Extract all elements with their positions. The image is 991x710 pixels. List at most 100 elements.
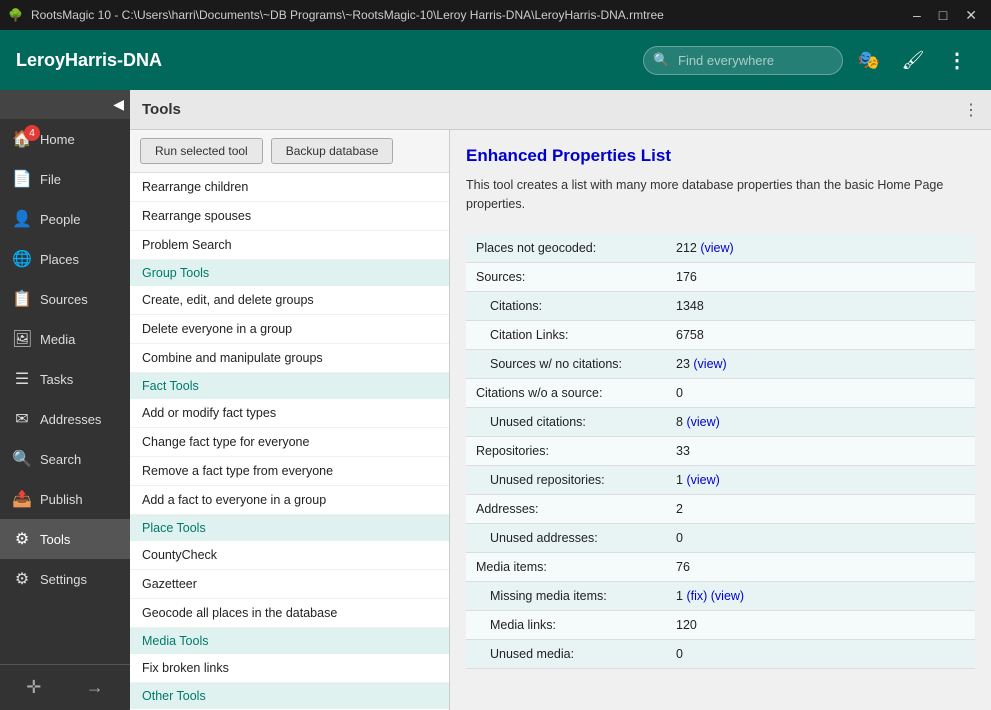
tool-category: Media Tools [130, 628, 449, 654]
tool-item[interactable]: Add a fact to everyone in a group [130, 486, 449, 515]
prop-value: 1 (view) [666, 465, 975, 494]
sidebar-item-tools[interactable]: ⚙ Tools [0, 519, 130, 559]
tool-detail-scroll[interactable]: Enhanced Properties List This tool creat… [450, 130, 991, 710]
sidebar-item-label-search: Search [40, 452, 81, 467]
sidebar-item-label-sources: Sources [40, 292, 88, 307]
prop-value: 176 [666, 262, 975, 291]
brush-btn[interactable]: 🖌 [895, 42, 931, 78]
properties-table: Places not geocoded:212 (view)Sources:17… [466, 234, 975, 669]
prop-label: Unused addresses: [466, 523, 666, 552]
collapse-icon: ◀ [113, 96, 124, 113]
prop-label: Media links: [466, 610, 666, 639]
sidebar-collapse-btn[interactable]: ◀ [0, 90, 130, 119]
run-tool-btn[interactable]: Run selected tool [140, 138, 263, 164]
minimize-btn[interactable]: – [907, 7, 927, 24]
tool-category: Fact Tools [130, 373, 449, 399]
sidebar-item-sources[interactable]: 📋 Sources [0, 279, 130, 319]
prop-value: 0 [666, 378, 975, 407]
find-everywhere-input[interactable] [678, 53, 828, 68]
tool-item[interactable]: Combine and manipulate groups [130, 344, 449, 373]
prop-label: Media items: [466, 552, 666, 581]
faces-btn[interactable]: 🎭 [851, 42, 887, 78]
backup-db-btn[interactable]: Backup database [271, 138, 394, 164]
publish-icon: 📤 [12, 489, 32, 509]
tool-item[interactable]: Add or modify fact types [130, 399, 449, 428]
tool-list-panel: Run selected tool Backup database Rearra… [130, 130, 450, 710]
table-row: Citations:1348 [466, 291, 975, 320]
sidebar-item-media[interactable]: 🖼 Media [0, 319, 130, 359]
prop-value: 8 (view) [666, 407, 975, 436]
tool-item[interactable]: Change fact type for everyone [130, 428, 449, 457]
sidebar-item-label-file: File [40, 172, 61, 187]
tool-list-buttons: Run selected tool Backup database [130, 130, 449, 173]
prop-value: 1348 [666, 291, 975, 320]
maximize-btn[interactable]: □ [933, 7, 953, 24]
prop-label: Unused repositories: [466, 465, 666, 494]
more-options-btn[interactable]: ⋮ [939, 42, 975, 78]
prop-link[interactable]: (view) [700, 241, 733, 255]
prop-link[interactable]: (view) [686, 473, 719, 487]
nav-forward-btn[interactable]: → [82, 673, 108, 702]
sidebar-item-label-tasks: Tasks [40, 372, 73, 387]
sidebar-item-people[interactable]: 👤 People [0, 199, 130, 239]
tool-detail-panel: Enhanced Properties List This tool creat… [450, 130, 991, 710]
prop-value: 23 (view) [666, 349, 975, 378]
tool-item[interactable]: Rearrange children [130, 173, 449, 202]
tool-item[interactable]: CountyCheck [130, 541, 449, 570]
sidebar-item-settings[interactable]: ⚙ Settings [0, 559, 130, 599]
sidebar-item-label-media: Media [40, 332, 75, 347]
sidebar-item-home[interactable]: 🏠 Home 4 [0, 119, 130, 159]
sidebar-item-addresses[interactable]: ✉ Addresses [0, 399, 130, 439]
tools-content: Run selected tool Backup database Rearra… [130, 130, 991, 710]
table-row: Unused citations:8 (view) [466, 407, 975, 436]
content-area: Tools ⋮ Run selected tool Backup databas… [130, 90, 991, 710]
prop-value: 76 [666, 552, 975, 581]
tool-category: Group Tools [130, 260, 449, 286]
title-bar: 🌳 RootsMagic 10 - C:\Users\harri\Documen… [0, 0, 991, 30]
sidebar-bottom: ✛ → [0, 664, 130, 710]
tool-category: Place Tools [130, 515, 449, 541]
add-person-btn[interactable]: ✛ [22, 673, 45, 702]
prop-link[interactable]: (fix) [686, 589, 707, 603]
tool-item[interactable]: Gazetteer [130, 570, 449, 599]
tasks-icon: ☰ [12, 369, 32, 389]
tool-list-scroll[interactable]: Rearrange childrenRearrange spousesProbl… [130, 173, 449, 710]
tool-item[interactable]: Remove a fact type from everyone [130, 457, 449, 486]
table-row: Sources:176 [466, 262, 975, 291]
prop-label: Addresses: [466, 494, 666, 523]
prop-label: Sources: [466, 262, 666, 291]
prop-value: 6758 [666, 320, 975, 349]
tools-more-icon[interactable]: ⋮ [963, 100, 979, 120]
prop-label: Unused media: [466, 639, 666, 668]
search-wrapper: 🔍 [643, 46, 843, 75]
sidebar-item-places[interactable]: 🌐 Places [0, 239, 130, 279]
sidebar-item-label-settings: Settings [40, 572, 87, 587]
sidebar-item-tasks[interactable]: ☰ Tasks [0, 359, 130, 399]
prop-label: Repositories: [466, 436, 666, 465]
table-row: Repositories:33 [466, 436, 975, 465]
tool-item[interactable]: Problem Search [130, 231, 449, 260]
table-row: Places not geocoded:212 (view) [466, 234, 975, 263]
header-right: 🔍 🎭 🖌 ⋮ [643, 42, 975, 78]
tool-item[interactable]: Rearrange spouses [130, 202, 449, 231]
prop-value: 212 (view) [666, 234, 975, 263]
app-title: LeroyHarris-DNA [16, 50, 162, 71]
tool-detail-title: Enhanced Properties List [466, 146, 975, 166]
sidebar-item-search[interactable]: 🔍 Search [0, 439, 130, 479]
tool-category: Other Tools [130, 683, 449, 709]
prop-link[interactable]: (view) [693, 357, 726, 371]
prop-link2[interactable]: (view) [711, 589, 744, 603]
tool-item[interactable]: Fix broken links [130, 654, 449, 683]
sidebar-item-file[interactable]: 📄 File [0, 159, 130, 199]
tool-item[interactable]: Geocode all places in the database [130, 599, 449, 628]
prop-label: Unused citations: [466, 407, 666, 436]
sidebar-item-publish[interactable]: 📤 Publish [0, 479, 130, 519]
prop-value: 0 [666, 639, 975, 668]
prop-value: 33 [666, 436, 975, 465]
prop-link[interactable]: (view) [686, 415, 719, 429]
close-btn[interactable]: ✕ [959, 7, 983, 24]
app-header: LeroyHarris-DNA 🔍 🎭 🖌 ⋮ [0, 30, 991, 90]
tool-item[interactable]: Create, edit, and delete groups [130, 286, 449, 315]
table-row: Media links:120 [466, 610, 975, 639]
tool-item[interactable]: Delete everyone in a group [130, 315, 449, 344]
